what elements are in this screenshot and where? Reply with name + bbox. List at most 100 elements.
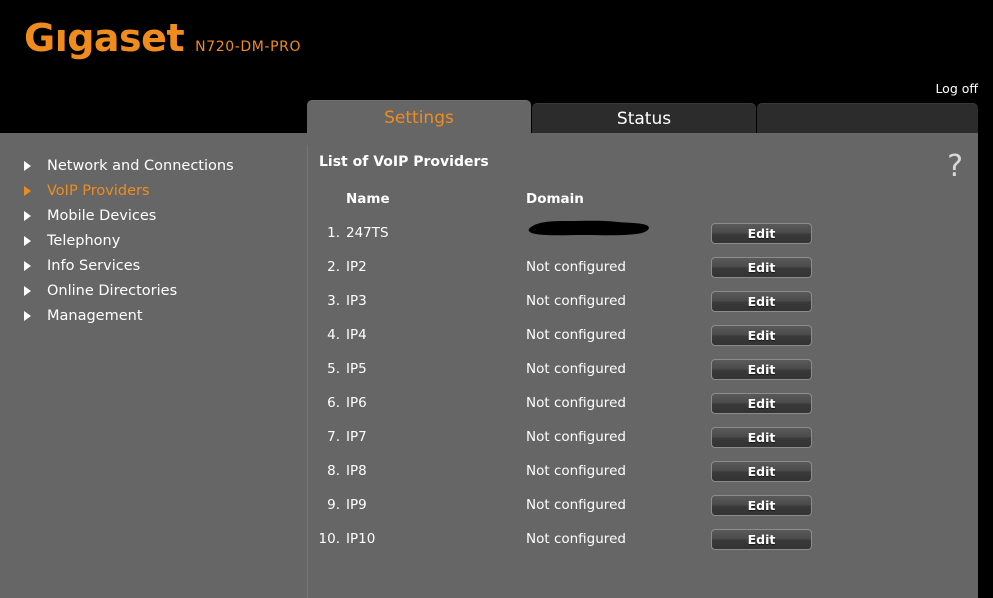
logoff-link[interactable]: Log off <box>935 80 978 98</box>
domain-value: Not configured <box>526 293 626 309</box>
table-header: Name Domain <box>308 191 978 216</box>
provider-name: IP7 <box>346 429 367 445</box>
triangle-right-icon <box>24 260 31 271</box>
redaction-blob <box>526 218 652 238</box>
provider-name: IP10 <box>346 531 376 547</box>
brand-logo-text: Gıgaset <box>24 16 185 60</box>
row-index: 9. <box>327 497 340 513</box>
table-row: 1. 247TS Edit <box>308 216 978 250</box>
provider-name: IP4 <box>346 327 367 343</box>
header-actions <box>711 191 978 216</box>
triangle-right-icon <box>24 285 31 296</box>
domain-value: Not configured <box>526 497 626 513</box>
sidebar-item-network-and-connections[interactable]: Network and Connections <box>0 153 307 178</box>
header-domain: Domain <box>526 191 584 207</box>
logoff-bar: Log off <box>0 78 993 100</box>
domain-value: Not configured <box>526 429 626 445</box>
content-area: List of VoIP Providers ? Name Domain 1. 2… <box>308 135 978 598</box>
triangle-right-icon <box>24 210 31 221</box>
provider-name: IP6 <box>346 395 367 411</box>
edit-button[interactable]: Edit <box>711 256 812 278</box>
triangle-right-icon <box>24 235 31 246</box>
edit-button[interactable]: Edit <box>711 324 812 346</box>
edit-button[interactable]: Edit <box>711 222 812 244</box>
row-index: 6. <box>327 395 340 411</box>
actions-cell: Edit <box>711 522 978 556</box>
actions-cell: Edit <box>711 488 978 522</box>
edit-button[interactable]: Edit <box>711 426 812 448</box>
domain-value: Not configured <box>526 259 626 275</box>
domain-value: Not configured <box>526 395 626 411</box>
tab-settings-label: Settings <box>384 107 454 128</box>
row-index: 5. <box>327 361 340 377</box>
page-title: List of VoIP Providers <box>319 154 489 170</box>
help-question-mark-icon[interactable]: ? <box>947 152 963 182</box>
provider-domain: Not configured <box>526 386 711 420</box>
provider-name: IP3 <box>346 293 367 309</box>
sidebar-item-management[interactable]: Management <box>0 303 307 328</box>
provider-name: 247TS <box>346 225 389 241</box>
domain-value: Not configured <box>526 361 626 377</box>
tab-status-label: Status <box>616 109 672 129</box>
table-row: 8. IP8 Not configured Edit <box>308 454 978 488</box>
header-index <box>308 191 346 216</box>
sidebar-nav: Network and Connections VoIP Providers Mob… <box>0 135 307 598</box>
row-index: 8. <box>327 463 340 479</box>
sidebar-item-mobile-devices[interactable]: Mobile Devices <box>0 203 307 228</box>
sidebar-item-label: Telephony <box>47 232 121 249</box>
tab-empty[interactable] <box>757 103 978 135</box>
actions-cell: Edit <box>711 352 978 386</box>
provider-domain: Not configured <box>526 250 711 284</box>
edit-button[interactable]: Edit <box>711 392 812 414</box>
table-row: 7. IP7 Not configured Edit <box>308 420 978 454</box>
edit-button[interactable]: Edit <box>711 528 812 550</box>
provider-domain: Not configured <box>526 420 711 454</box>
row-index: 1. <box>327 225 340 241</box>
triangle-right-icon <box>24 160 31 171</box>
row-index: 3. <box>327 293 340 309</box>
sidebar-item-telephony[interactable]: Telephony <box>0 228 307 253</box>
provider-domain: Not configured <box>526 488 711 522</box>
row-index: 4. <box>327 327 340 343</box>
table-row: 4. IP4 Not configured Edit <box>308 318 978 352</box>
provider-domain: Not configured <box>526 522 711 556</box>
logo: Gıgaset N720-DM-PRO <box>24 18 301 67</box>
actions-cell: Edit <box>711 386 978 420</box>
actions-cell: Edit <box>711 250 978 284</box>
actions-cell: Edit <box>711 216 978 250</box>
sidebar-item-label: Network and Connections <box>47 157 234 174</box>
row-index: 10. <box>318 531 340 547</box>
provider-name: IP8 <box>346 463 367 479</box>
tab-bar: Settings Status <box>0 100 993 135</box>
actions-cell: Edit <box>711 420 978 454</box>
edit-button[interactable]: Edit <box>711 494 812 516</box>
provider-domain: Not configured <box>526 284 711 318</box>
table-row: 10. IP10 Not configured Edit <box>308 522 978 556</box>
provider-domain: Not configured <box>526 454 711 488</box>
edit-button[interactable]: Edit <box>711 358 812 380</box>
table-row: 6. IP6 Not configured Edit <box>308 386 978 420</box>
tab-status[interactable]: Status <box>532 103 756 135</box>
sidebar-item-label: Mobile Devices <box>47 207 157 224</box>
domain-value: Not configured <box>526 531 626 547</box>
sidebar-item-online-directories[interactable]: Online Directories <box>0 278 307 303</box>
actions-cell: Edit <box>711 318 978 352</box>
table-row: 2. IP2 Not configured Edit <box>308 250 978 284</box>
actions-cell: Edit <box>711 454 978 488</box>
table-body: 1. 247TS Edit 2. IP2 Not configured Edit 3. IP3 N… <box>308 216 978 556</box>
provider-name: IP2 <box>346 259 367 275</box>
brand-header: Gıgaset N720-DM-PRO <box>0 0 993 78</box>
edit-button[interactable]: Edit <box>711 460 812 482</box>
edit-button[interactable]: Edit <box>711 290 812 312</box>
provider-name: IP5 <box>346 361 367 377</box>
sidebar-item-info-services[interactable]: Info Services <box>0 253 307 278</box>
tab-settings[interactable]: Settings <box>307 100 531 135</box>
sidebar-item-voip-providers[interactable]: VoIP Providers <box>0 178 307 203</box>
domain-value: Not configured <box>526 327 626 343</box>
row-index: 7. <box>327 429 340 445</box>
table-header-row: Name Domain <box>308 191 978 216</box>
table-row: 5. IP5 Not configured Edit <box>308 352 978 386</box>
actions-cell: Edit <box>711 284 978 318</box>
sidebar-item-label: Info Services <box>47 257 141 274</box>
sidebar-item-label: Management <box>47 307 143 324</box>
